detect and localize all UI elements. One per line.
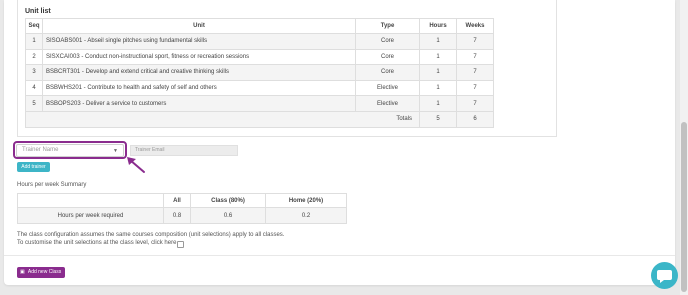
totals-row: Totals 5 6 — [25, 110, 494, 128]
cell-hours: 1 — [419, 33, 457, 50]
table-row: Hours per week required 0.8 0.6 0.2 — [17, 207, 347, 224]
totals-label: Totals — [25, 110, 420, 128]
cell-weeks: 7 — [456, 95, 494, 112]
table-row: 2 SISXCAI003 - Conduct non-instructional… — [25, 48, 494, 66]
table-row: 1 SISOABS001 - Abseil single pitches usi… — [25, 33, 494, 50]
column-header-weeks: Weeks — [456, 18, 494, 34]
column-header-class: Class (80%) — [190, 193, 266, 208]
scrollbar-thumb[interactable] — [681, 122, 687, 292]
column-header-home: Home (20%) — [265, 193, 347, 208]
hours-summary-title: Hours per week Summary — [17, 182, 87, 188]
cell-type: Elective — [355, 95, 420, 112]
cell-seq: 4 — [25, 79, 43, 97]
cell-unit: SISOABS001 - Abseil single pitches using… — [42, 33, 356, 50]
hours-all-value: 0.8 — [163, 207, 191, 224]
column-header-seq: Seq — [25, 18, 43, 34]
add-trainer-button[interactable]: Add trainer — [17, 162, 50, 172]
annotation-highlight-box — [13, 141, 127, 159]
chat-bubble-icon — [657, 270, 672, 283]
cell-unit: BSBCRT301 - Develop and extend critical … — [42, 64, 356, 81]
chat-launcher-button[interactable] — [651, 262, 678, 289]
column-header-type: Type — [355, 18, 420, 34]
cell-hours: 1 — [419, 95, 457, 112]
table-row: 3 BSBCRT301 - Develop and extend critica… — [25, 64, 494, 81]
totals-weeks: 6 — [456, 110, 494, 128]
cell-seq: 1 — [25, 33, 43, 50]
cell-hours: 1 — [419, 64, 457, 81]
column-header-blank — [17, 193, 164, 208]
cell-unit: SISXCAI003 - Conduct non-instructional s… — [42, 48, 356, 66]
hours-row-label: Hours per week required — [17, 207, 164, 224]
cell-type: Core — [355, 33, 420, 50]
config-note: The class configuration assumes the same… — [17, 232, 285, 238]
cell-seq: 5 — [25, 95, 43, 112]
cell-weeks: 7 — [456, 33, 494, 50]
cell-seq: 2 — [25, 48, 43, 66]
hours-home-value: 0.2 — [265, 207, 347, 224]
cell-weeks: 7 — [456, 64, 494, 81]
unit-list-title: Unit list — [25, 8, 51, 15]
table-row: 5 BSBOPS203 - Deliver a service to custo… — [25, 95, 494, 112]
table-row: 4 BSBWHS201 - Contribute to health and s… — [25, 79, 494, 97]
scrollbar-track[interactable] — [680, 0, 688, 295]
cell-type: Core — [355, 48, 420, 66]
cell-weeks: 7 — [456, 79, 494, 97]
hours-class-value: 0.6 — [190, 207, 266, 224]
totals-hours: 5 — [419, 110, 457, 128]
column-header-all: All — [163, 193, 191, 208]
add-new-class-button[interactable]: ▣ Add new Class — [17, 267, 65, 278]
cell-hours: 1 — [419, 48, 457, 66]
divider — [4, 255, 675, 256]
cell-unit: BSBWHS201 - Contribute to health and saf… — [42, 79, 356, 97]
cell-weeks: 7 — [456, 48, 494, 66]
column-header-hours: Hours — [419, 18, 457, 34]
column-header-unit: Unit — [42, 18, 356, 34]
unit-list-panel: Unit list Seq Unit Type Hours Weeks 1 SI… — [17, 0, 557, 137]
arrow-icon — [127, 157, 145, 173]
cell-type: Elective — [355, 79, 420, 97]
customise-note: To customise the unit selections at the … — [17, 240, 177, 246]
cell-hours: 1 — [419, 79, 457, 97]
calendar-plus-icon: ▣ — [20, 269, 25, 275]
hours-summary-table: All Class (80%) Home (20%) Hours per wee… — [17, 193, 347, 224]
add-new-class-label: Add new Class — [27, 269, 62, 275]
customise-checkbox[interactable] — [177, 241, 184, 248]
unit-table: Seq Unit Type Hours Weeks 1 SISOABS001 -… — [25, 18, 494, 128]
cell-type: Core — [355, 64, 420, 81]
cell-unit: BSBOPS203 - Deliver a service to custome… — [42, 95, 356, 112]
cell-seq: 3 — [25, 64, 43, 81]
